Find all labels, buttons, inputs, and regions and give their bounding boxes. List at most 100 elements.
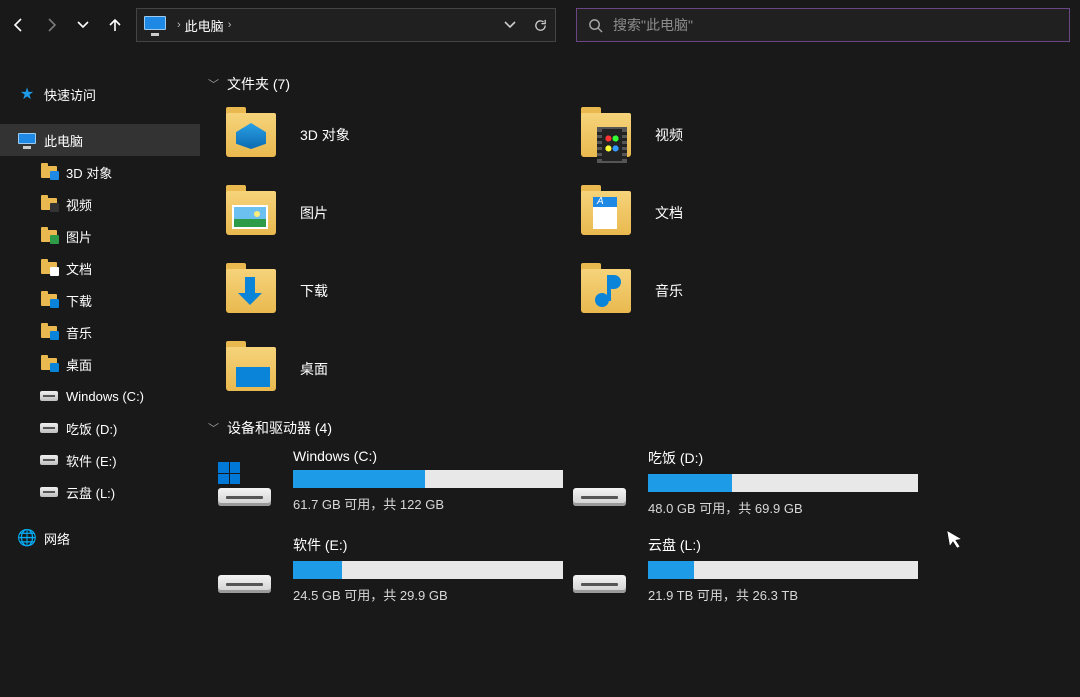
folder-item[interactable]: 下载 (208, 260, 563, 322)
sidebar-item-network[interactable]: 🌐 网络 (0, 522, 200, 554)
drive-icon (218, 462, 271, 506)
sidebar-item-quick-access[interactable]: ★ 快速访问 (0, 78, 200, 110)
drive-item[interactable]: 云盘 (L:) 21.9 TB 可用，共 26.3 TB (563, 535, 918, 604)
address-dropdown-button[interactable] (495, 9, 525, 41)
search-icon (577, 18, 613, 33)
sidebar-label: 音乐 (66, 323, 92, 342)
sidebar-label: 下载 (66, 291, 92, 310)
sidebar-label: 图片 (66, 227, 92, 246)
drive-name: 吃饭 (D:) (648, 448, 918, 468)
sidebar-label: 软件 (E:) (66, 451, 117, 470)
drive-icon (40, 387, 58, 405)
folder-item[interactable]: 图片 (208, 182, 563, 244)
drive-usage-bar (293, 470, 563, 488)
address-toolbar: › 此电脑 › (0, 0, 1080, 50)
sidebar-label: 云盘 (L:) (66, 483, 115, 502)
folder-icon (40, 291, 58, 309)
drive-icon (40, 451, 58, 469)
folder-icon (40, 355, 58, 373)
folder-item[interactable]: 文档 (563, 182, 918, 244)
folder-label: 桌面 (300, 359, 328, 379)
sidebar-item-folder[interactable]: 音乐 (0, 316, 200, 348)
sidebar-item-drive[interactable]: Windows (C:) (0, 380, 200, 412)
sidebar-label: 桌面 (66, 355, 92, 374)
navigation-pane: ★ 快速访问 此电脑 3D 对象 视频 图片 文档 下载 音乐 桌面 Windo… (0, 50, 200, 697)
drive-item[interactable]: Windows (C:) 61.7 GB 可用，共 122 GB (208, 448, 563, 517)
folder-item[interactable]: 视频 (563, 104, 918, 166)
folder-label: 音乐 (655, 281, 683, 301)
drive-name: Windows (C:) (293, 448, 563, 464)
globe-icon: 🌐 (18, 529, 36, 547)
folder-icon (226, 347, 276, 391)
sidebar-item-folder[interactable]: 3D 对象 (0, 156, 200, 188)
sidebar-item-drive[interactable]: 云盘 (L:) (0, 476, 200, 508)
group-header-folders[interactable]: ﹀ 文件夹 (7) (208, 74, 1072, 94)
search-input[interactable] (613, 17, 1069, 33)
chevron-down-icon: ﹀ (208, 76, 219, 92)
this-pc-icon (18, 131, 36, 149)
folder-icon (226, 191, 276, 235)
folder-icon (226, 269, 276, 313)
folder-icon (40, 323, 58, 341)
folder-label: 3D 对象 (300, 125, 350, 145)
folder-icon (40, 163, 58, 181)
folder-icon (581, 113, 631, 157)
group-title: 设备和驱动器 (4) (227, 418, 332, 438)
sidebar-item-drive[interactable]: 软件 (E:) (0, 444, 200, 476)
group-header-drives[interactable]: ﹀ 设备和驱动器 (4) (208, 418, 1072, 438)
content-pane: ﹀ 文件夹 (7) 3D 对象 视频 图片 文档 下载 音乐 桌面 ﹀ 设备和驱… (200, 50, 1080, 697)
folder-label: 文档 (655, 203, 683, 223)
sidebar-item-folder[interactable]: 桌面 (0, 348, 200, 380)
folder-item[interactable]: 音乐 (563, 260, 918, 322)
drive-free-text: 21.9 TB 可用，共 26.3 TB (648, 585, 918, 604)
this-pc-icon (143, 13, 167, 37)
drive-icon (573, 462, 626, 506)
refresh-button[interactable] (525, 9, 555, 41)
nav-back-button[interactable] (4, 10, 34, 40)
drive-usage-bar (648, 561, 918, 579)
nav-recent-dropdown[interactable] (68, 10, 98, 40)
chevron-down-icon: ﹀ (208, 420, 219, 436)
folder-icon (226, 113, 276, 157)
sidebar-label: 快速访问 (44, 85, 96, 104)
folder-label: 视频 (655, 125, 683, 145)
drive-icon (218, 549, 271, 593)
sidebar-label: 网络 (44, 529, 70, 548)
drive-free-text: 48.0 GB 可用，共 69.9 GB (648, 498, 918, 517)
folder-label: 下载 (300, 281, 328, 301)
drive-name: 云盘 (L:) (648, 535, 918, 555)
folder-item[interactable]: 3D 对象 (208, 104, 563, 166)
drive-item[interactable]: 软件 (E:) 24.5 GB 可用，共 29.9 GB (208, 535, 563, 604)
sidebar-label: Windows (C:) (66, 389, 144, 404)
nav-forward-button[interactable] (36, 10, 66, 40)
drive-usage-bar (293, 561, 563, 579)
folder-label: 图片 (300, 203, 328, 223)
sidebar-item-folder[interactable]: 下载 (0, 284, 200, 316)
sidebar-item-this-pc[interactable]: 此电脑 (0, 124, 200, 156)
sidebar-label: 3D 对象 (66, 163, 112, 182)
drive-name: 软件 (E:) (293, 535, 563, 555)
breadcrumb-this-pc[interactable]: 此电脑 (185, 16, 224, 35)
drive-free-text: 24.5 GB 可用，共 29.9 GB (293, 585, 563, 604)
address-bar[interactable]: › 此电脑 › (136, 8, 556, 42)
folder-icon (581, 269, 631, 313)
folder-icon (581, 191, 631, 235)
sidebar-item-drive[interactable]: 吃饭 (D:) (0, 412, 200, 444)
chevron-right-icon[interactable]: › (177, 19, 181, 31)
folder-icon (40, 195, 58, 213)
folder-item[interactable]: 桌面 (208, 338, 563, 400)
sidebar-item-folder[interactable]: 文档 (0, 252, 200, 284)
nav-up-button[interactable] (100, 10, 130, 40)
chevron-right-icon[interactable]: › (228, 19, 232, 31)
drive-icon (40, 419, 58, 437)
folder-icon (40, 259, 58, 277)
drive-item[interactable]: 吃饭 (D:) 48.0 GB 可用，共 69.9 GB (563, 448, 918, 517)
drive-free-text: 61.7 GB 可用，共 122 GB (293, 494, 563, 513)
sidebar-label: 文档 (66, 259, 92, 278)
sidebar-item-folder[interactable]: 视频 (0, 188, 200, 220)
sidebar-item-folder[interactable]: 图片 (0, 220, 200, 252)
star-icon: ★ (18, 85, 36, 103)
sidebar-label: 此电脑 (44, 131, 83, 150)
drive-icon (573, 549, 626, 593)
search-box[interactable] (576, 8, 1070, 42)
